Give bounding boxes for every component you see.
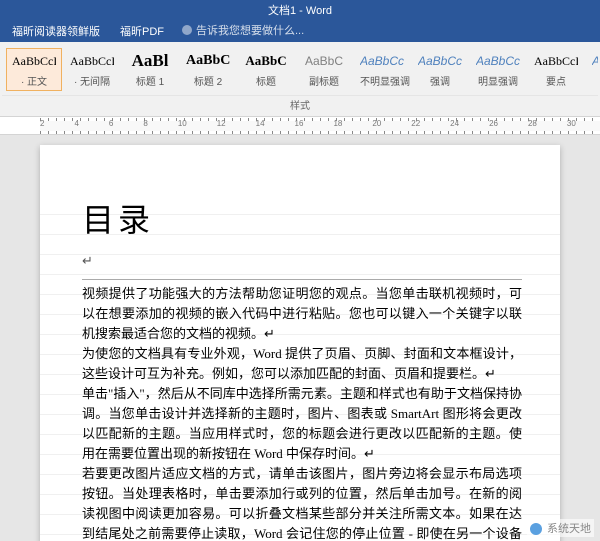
style-item-5[interactable]: AaBbC副标题 xyxy=(296,48,352,91)
ruler-number: 10 xyxy=(178,119,187,128)
style-item-6[interactable]: AaBbCcD不明显强调 xyxy=(354,48,410,91)
style-preview: AaBbCcD xyxy=(360,52,404,72)
body-paragraph[interactable]: 若要更改图片适应文档的方式，请单击该图片，图片旁边将会显示布局选项按钮。当处理表… xyxy=(82,464,522,541)
ruler-number: 26 xyxy=(489,119,498,128)
style-item-10[interactable]: AaBbCcD引用 xyxy=(586,48,598,91)
styles-gallery[interactable]: AaBbCcD· 正文AaBbCcD· 无间隔AaBl标题 1AaBbC标题 2… xyxy=(2,46,598,93)
style-label: 引用 xyxy=(592,73,598,88)
ruler-number: 28 xyxy=(528,119,537,128)
ruler-numbers: 246810121416182022242628303234363840 xyxy=(40,119,600,128)
style-preview: AaBbCcD xyxy=(418,52,462,72)
style-preview: AaBbCcD xyxy=(70,52,114,72)
style-label: 副标题 xyxy=(302,73,346,88)
ruler-number: 16 xyxy=(295,119,304,128)
style-preview: AaBbCcD xyxy=(476,52,520,72)
separator xyxy=(82,279,522,280)
body-paragraph[interactable]: 视频提供了功能强大的方法帮助您证明您的观点。当您单击联机视频时，可以在想要添加的… xyxy=(82,284,522,344)
ruler-number: 14 xyxy=(256,119,265,128)
style-item-7[interactable]: AaBbCcD强调 xyxy=(412,48,468,91)
style-preview: AaBbCcD xyxy=(592,52,598,72)
ruler-number: 6 xyxy=(109,119,113,128)
style-label: 标题 1 xyxy=(128,73,172,88)
ruler-number: 8 xyxy=(143,119,147,128)
style-label: 明显强调 xyxy=(476,73,520,88)
ruler-number: 30 xyxy=(567,119,576,128)
tell-me-placeholder: 告诉我您想要做什么... xyxy=(196,22,304,38)
watermark: 系统天地 xyxy=(527,519,594,537)
style-item-0[interactable]: AaBbCcD· 正文 xyxy=(6,48,62,91)
tell-me[interactable]: 告诉我您想要做什么... xyxy=(174,18,312,42)
style-label: · 正文 xyxy=(12,73,56,88)
ruler-number: 22 xyxy=(411,119,420,128)
horizontal-ruler[interactable]: 246810121416182022242628303234363840 xyxy=(0,117,600,135)
ruler-number: 12 xyxy=(217,119,226,128)
style-label: 标题 xyxy=(244,73,288,88)
window-title: 文档1 - Word xyxy=(268,2,332,18)
style-item-3[interactable]: AaBbC标题 2 xyxy=(180,48,236,91)
ribbon-tabs: 福昕阅读器领鲜版 福昕PDF 告诉我您想要做什么... xyxy=(0,20,600,42)
style-item-9[interactable]: AaBbCcD要点 xyxy=(528,48,584,91)
body-paragraph[interactable]: 单击"插入"，然后从不同库中选择所需元素。主题和样式也有助于文档保持协调。当您单… xyxy=(82,384,522,464)
lightbulb-icon xyxy=(182,25,192,35)
ribbon-group-label: 样式 xyxy=(2,95,598,114)
style-preview: AaBbC xyxy=(186,52,230,72)
style-preview: AaBbC xyxy=(302,52,346,72)
watermark-logo-icon xyxy=(530,523,542,535)
ruler-number: 4 xyxy=(74,119,78,128)
title-bar: 文档1 - Word xyxy=(0,0,600,20)
ruler-number: 18 xyxy=(333,119,342,128)
ruler-number: 20 xyxy=(372,119,381,128)
page[interactable]: 目录 ↵ 视频提供了功能强大的方法帮助您证明您的观点。当您单击联机视频时，可以在… xyxy=(40,145,560,541)
style-label: 强调 xyxy=(418,73,462,88)
style-item-1[interactable]: AaBbCcD· 无间隔 xyxy=(64,48,120,91)
style-label: 要点 xyxy=(534,73,578,88)
body-paragraph[interactable]: 为使您的文档具有专业外观，Word 提供了页眉、页脚、封面和文本框设计，这些设计… xyxy=(82,344,522,384)
style-label: · 无间隔 xyxy=(70,73,114,88)
paragraph-mark: ↵ xyxy=(82,253,522,269)
document-area: 目录 ↵ 视频提供了功能强大的方法帮助您证明您的观点。当您单击联机视频时，可以在… xyxy=(0,135,600,541)
style-preview: AaBbCcD xyxy=(534,52,578,72)
style-preview: AaBbCcD xyxy=(12,52,56,72)
style-label: 不明显强调 xyxy=(360,73,404,88)
style-preview: AaBbC xyxy=(244,52,288,72)
style-item-4[interactable]: AaBbC标题 xyxy=(238,48,294,91)
style-item-2[interactable]: AaBl标题 1 xyxy=(122,48,178,91)
ribbon-styles-group: AaBbCcD· 正文AaBbCcD· 无间隔AaBl标题 1AaBbC标题 2… xyxy=(0,42,600,117)
style-label: 标题 2 xyxy=(186,73,230,88)
ruler-number: 2 xyxy=(40,119,44,128)
style-preview: AaBl xyxy=(128,52,172,72)
tab-foxit-pdf[interactable]: 福昕PDF xyxy=(110,19,174,42)
toc-heading[interactable]: 目录 xyxy=(82,195,522,241)
watermark-text: 系统天地 xyxy=(547,523,591,535)
style-item-8[interactable]: AaBbCcD明显强调 xyxy=(470,48,526,91)
tab-foxit-reader[interactable]: 福昕阅读器领鲜版 xyxy=(2,19,110,42)
ruler-number: 24 xyxy=(450,119,459,128)
